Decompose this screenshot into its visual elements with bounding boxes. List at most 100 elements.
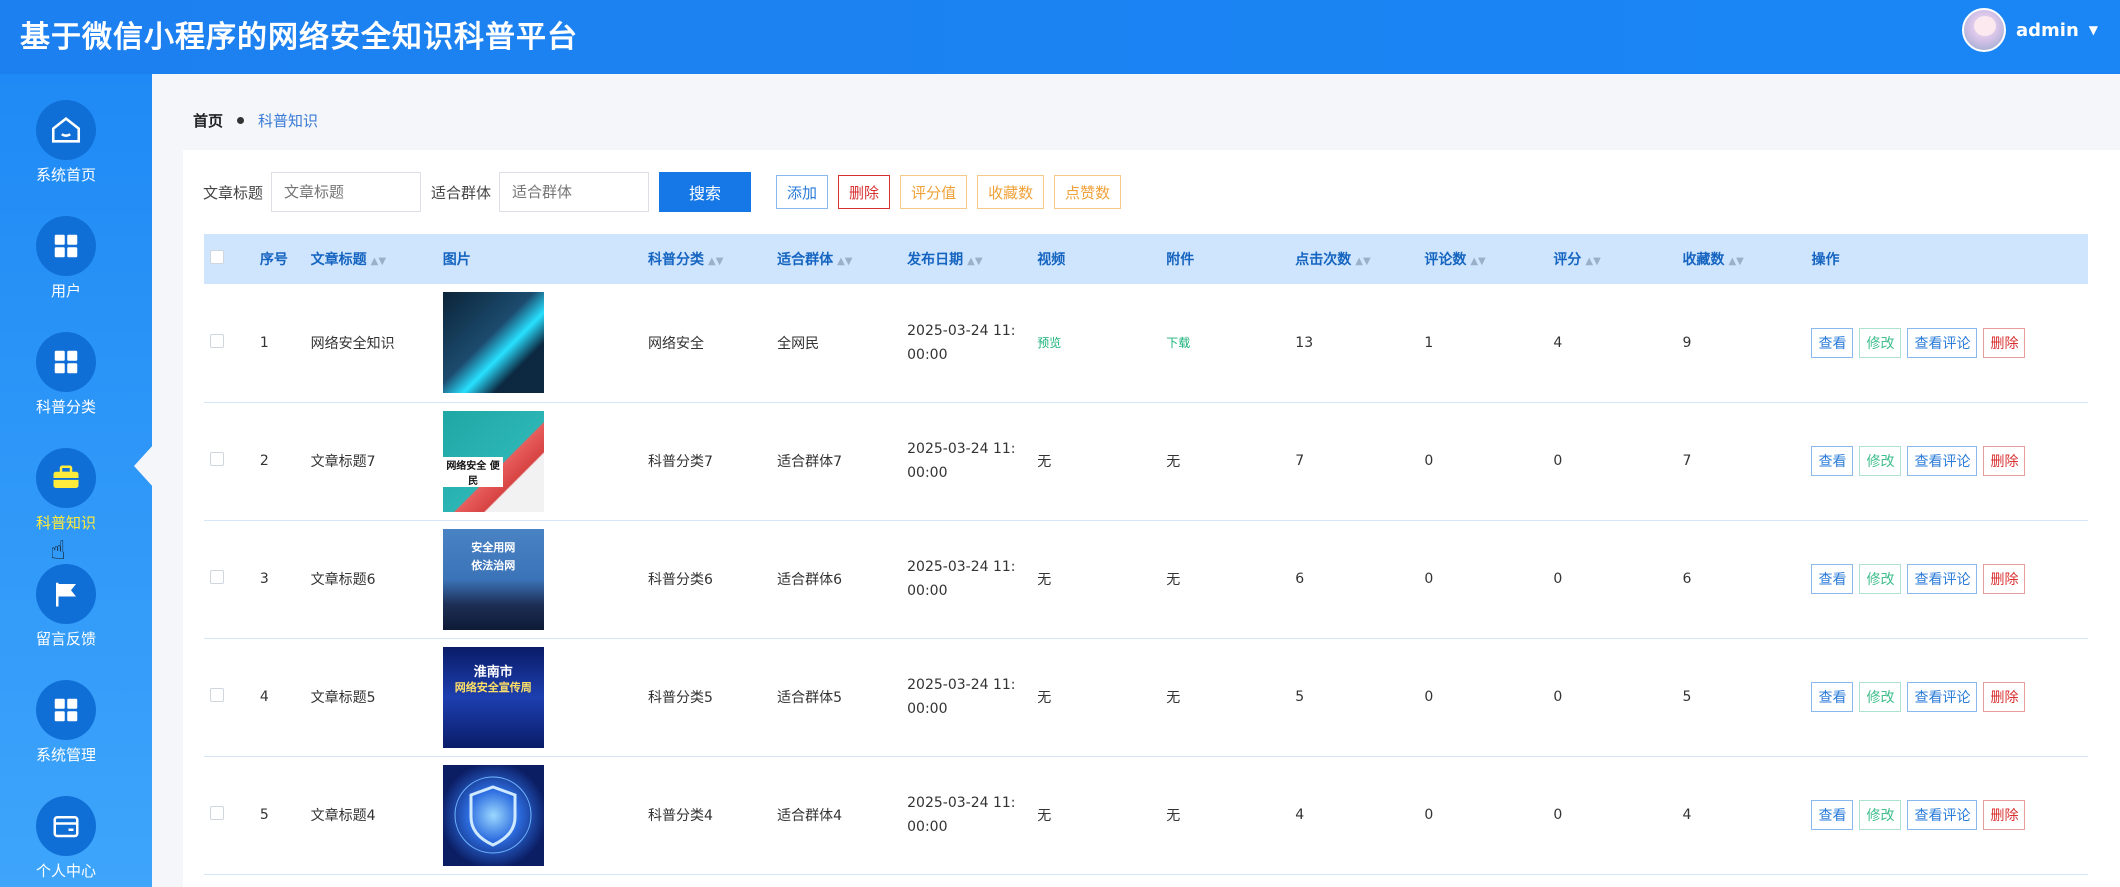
row-date: 2025-03-24 11:00:00 — [907, 559, 1016, 599]
content-panel: 文章标题 适合群体 搜索 添加 删除 评分值 收藏数 点赞数 序号 文章标题▲▼… — [183, 150, 2120, 887]
row-rating: 0 — [1553, 638, 1683, 757]
row-video: 无 — [1037, 638, 1167, 757]
sidebar-item-system[interactable]: 系统管理 — [0, 654, 132, 770]
home-icon — [36, 100, 96, 160]
row-attachment: 无 — [1166, 402, 1296, 521]
column-header[interactable]: 发布日期 ▲▼ — [907, 234, 1038, 284]
column-header[interactable]: 收藏数 ▲▼ — [1682, 234, 1812, 284]
title-filter-label: 文章标题 — [203, 183, 264, 202]
flag-icon — [36, 564, 96, 624]
row-checkbox[interactable] — [210, 688, 224, 702]
attachment-download-link[interactable]: 下载 — [1166, 336, 1190, 350]
add-button[interactable]: 添加 — [776, 175, 829, 209]
view-button[interactable]: 查看 — [1811, 682, 1854, 712]
row-favorites: 5 — [1682, 638, 1812, 757]
view-button[interactable]: 查看 — [1811, 800, 1854, 830]
article-thumbnail[interactable] — [442, 292, 544, 394]
delete-button[interactable]: 删除 — [1983, 682, 2026, 712]
sidebar-item-users[interactable]: 用户 — [0, 190, 132, 306]
edit-button[interactable]: 修改 — [1859, 327, 1902, 358]
article-thumbnail[interactable]: 安全用网 依法治网 — [442, 528, 544, 630]
row-video: 无 — [1037, 756, 1167, 875]
column-header[interactable]: 文章标题 ▲▼ — [310, 234, 443, 284]
table-row: 3 文章标题6 安全用网 依法治网 科普分类6 适合群体6 2025-03-24 … — [204, 520, 2088, 639]
rating-button[interactable]: 评分值 — [900, 175, 968, 209]
chevron-down-icon[interactable]: ▼ — [2089, 23, 2098, 37]
column-header[interactable]: 适合群体 ▲▼ — [777, 234, 908, 284]
favorites-button[interactable]: 收藏数 — [977, 175, 1045, 209]
edit-button[interactable]: 修改 — [1859, 446, 1902, 476]
breadcrumb-separator — [237, 117, 245, 124]
breadcrumb-home[interactable]: 首页 — [193, 110, 223, 131]
select-all-checkbox[interactable] — [210, 250, 224, 264]
row-index: 4 — [259, 638, 311, 757]
top-header: 基于微信小程序的网络安全知识科普平台 admin ▼ — [0, 0, 2120, 74]
edit-button[interactable]: 修改 — [1859, 564, 1902, 594]
row-rating: 0 — [1553, 756, 1683, 875]
likes-button[interactable]: 点赞数 — [1054, 175, 1122, 209]
row-group: 适合群体7 — [777, 402, 908, 521]
avatar[interactable] — [1961, 8, 2006, 52]
sidebar-item-feedback[interactable]: 留言反馈 — [0, 538, 132, 654]
view-button[interactable]: 查看 — [1811, 564, 1854, 594]
article-thumbnail[interactable]: 淮南市 网络安全宣传周 — [442, 646, 544, 748]
column-header[interactable]: 评论数 ▲▼ — [1424, 234, 1554, 284]
column-header[interactable]: 科普分类 ▲▼ — [648, 234, 778, 284]
row-title: 文章标题5 — [310, 638, 443, 757]
breadcrumb-current: 科普知识 — [258, 112, 319, 130]
bulk-delete-button[interactable]: 删除 — [838, 175, 891, 209]
column-header[interactable]: 点击次数 ▲▼ — [1295, 234, 1425, 284]
sidebar-item-profile[interactable]: 个人中心 — [0, 770, 132, 886]
view-comments-button[interactable]: 查看评论 — [1907, 327, 1978, 358]
view-comments-button[interactable]: 查看评论 — [1907, 564, 1978, 594]
view-comments-button[interactable]: 查看评论 — [1907, 682, 1978, 712]
group-search-input[interactable] — [499, 172, 650, 212]
sidebar-item-home[interactable]: 系统首页 — [0, 74, 132, 190]
row-date: 2025-03-24 11:00:00 — [907, 441, 1016, 481]
row-comments: 0 — [1424, 402, 1554, 521]
row-title: 文章标题6 — [310, 520, 443, 639]
group-filter-label: 适合群体 — [431, 183, 492, 202]
row-checkbox[interactable] — [210, 570, 224, 584]
sidebar-item-label: 个人中心 — [35, 862, 96, 880]
grid-icon — [36, 216, 96, 276]
video-preview-link[interactable]: 预览 — [1037, 336, 1061, 350]
column-header[interactable]: 评分 ▲▼ — [1553, 234, 1683, 284]
delete-button[interactable]: 删除 — [1983, 800, 2026, 830]
row-checkbox[interactable] — [210, 452, 224, 466]
row-group: 适合群体6 — [777, 520, 908, 639]
row-comments: 0 — [1424, 520, 1554, 639]
row-checkbox[interactable] — [210, 333, 224, 348]
title-search-input[interactable] — [271, 172, 422, 212]
row-rating: 0 — [1553, 520, 1683, 639]
column-header: 操作 — [1811, 234, 2088, 284]
view-button[interactable]: 查看 — [1811, 327, 1854, 358]
edit-button[interactable]: 修改 — [1859, 800, 1902, 830]
row-favorites: 9 — [1682, 284, 1812, 403]
article-thumbnail[interactable]: 网络安全 便民 — [442, 410, 544, 512]
search-button[interactable]: 搜索 — [659, 172, 752, 212]
row-checkbox[interactable] — [210, 806, 224, 820]
delete-button[interactable]: 删除 — [1983, 446, 2026, 476]
edit-button[interactable]: 修改 — [1859, 682, 1902, 712]
view-comments-button[interactable]: 查看评论 — [1907, 800, 1978, 830]
row-group: 适合群体4 — [777, 756, 908, 875]
row-title: 文章标题7 — [310, 402, 443, 521]
row-index: 5 — [259, 756, 311, 875]
delete-button[interactable]: 删除 — [1983, 564, 2026, 594]
sidebar-item-categories[interactable]: 科普分类 — [0, 306, 132, 422]
user-menu[interactable]: admin ▼ — [1961, 8, 2098, 52]
breadcrumb: 首页 科普知识 — [193, 110, 318, 131]
row-index: 1 — [259, 284, 311, 403]
view-button[interactable]: 查看 — [1811, 446, 1854, 476]
delete-button[interactable]: 删除 — [1983, 327, 2026, 358]
row-comments: 0 — [1424, 756, 1554, 875]
row-favorites: 4 — [1682, 756, 1812, 875]
wallet-icon — [36, 796, 96, 856]
view-comments-button[interactable]: 查看评论 — [1907, 446, 1978, 476]
row-category: 科普分类6 — [648, 520, 778, 639]
article-thumbnail[interactable] — [442, 764, 544, 866]
sidebar-item-knowledge[interactable]: 科普知识 — [0, 422, 132, 538]
table-row: 4 文章标题5 淮南市 网络安全宣传周 科普分类5 适合群体5 2025-03-2… — [204, 638, 2088, 757]
username[interactable]: admin — [2016, 20, 2079, 41]
